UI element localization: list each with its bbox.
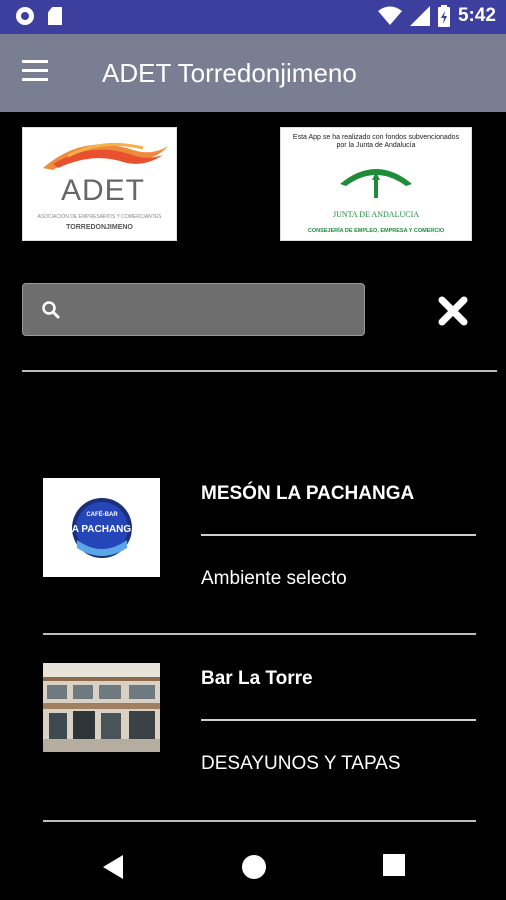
status-bar: 5:42 bbox=[0, 0, 506, 34]
wifi-icon bbox=[377, 6, 402, 25]
adet-logo: ADET ASOCIACIÓN DE EMPRESARIOS Y COMERCI… bbox=[22, 127, 177, 241]
business-name: Bar La Torre bbox=[201, 668, 313, 689]
search-field[interactable] bbox=[22, 283, 365, 336]
adet-subtitle: ASOCIACIÓN DE EMPRESARIOS Y COMERCIANTES bbox=[37, 214, 162, 220]
item-divider bbox=[201, 719, 476, 721]
junta-department: CONSEJERÍA DE EMPLEO, EMPRESA Y COMERCIO bbox=[307, 228, 445, 234]
list-item[interactable]: CAFÉ-BAR LA PACHANGA MESÓN LA PACHANGA A… bbox=[0, 470, 506, 635]
pachanga-logo-icon: CAFÉ-BAR LA PACHANGA bbox=[66, 498, 139, 558]
search-icon bbox=[42, 301, 60, 319]
business-thumbnail bbox=[43, 663, 160, 752]
clock: 5:42 bbox=[457, 5, 496, 26]
system-nav-bar bbox=[0, 832, 506, 900]
recents-icon[interactable] bbox=[383, 854, 405, 876]
search-input[interactable] bbox=[75, 294, 359, 328]
battery-icon bbox=[437, 5, 450, 27]
list-divider bbox=[43, 820, 476, 822]
list-divider bbox=[43, 633, 476, 635]
sd-card-icon bbox=[48, 7, 62, 25]
adet-wordmark: ADET bbox=[61, 174, 146, 207]
back-icon[interactable] bbox=[101, 854, 125, 880]
thumb-text-main: LA PACHANGA bbox=[66, 524, 139, 535]
cellular-signal-icon bbox=[409, 6, 430, 26]
junta-andalucia-logo: Esta App se ha realizado con fondos subv… bbox=[280, 127, 472, 241]
business-name: MESÓN LA PACHANGA bbox=[201, 483, 415, 504]
adet-city: TORREDONJIMENO bbox=[66, 224, 133, 231]
business-description: DESAYUNOS Y TAPAS bbox=[201, 753, 401, 774]
business-description: Ambiente selecto bbox=[201, 568, 347, 589]
bar-la-torre-photo bbox=[43, 663, 160, 752]
home-icon[interactable] bbox=[241, 854, 267, 880]
notification-circle-icon bbox=[16, 7, 34, 25]
junta-notice: Esta App se ha realizado con fondos subv… bbox=[292, 134, 460, 149]
app-bar: ADET Torredonjimeno bbox=[0, 34, 506, 112]
search-divider bbox=[22, 370, 497, 372]
business-thumbnail: CAFÉ-BAR LA PACHANGA bbox=[43, 478, 160, 577]
thumb-text-top: CAFÉ-BAR bbox=[86, 510, 118, 518]
list-item[interactable]: Bar La Torre DESAYUNOS Y TAPAS bbox=[0, 655, 506, 825]
junta-emblem-icon bbox=[340, 169, 412, 198]
item-divider bbox=[201, 534, 476, 536]
close-icon[interactable] bbox=[436, 294, 470, 328]
hamburger-menu-icon[interactable] bbox=[22, 60, 54, 86]
junta-name: JUNTA DE ANDALUCIA bbox=[332, 210, 420, 219]
page-title: ADET Torredonjimeno bbox=[102, 58, 357, 88]
